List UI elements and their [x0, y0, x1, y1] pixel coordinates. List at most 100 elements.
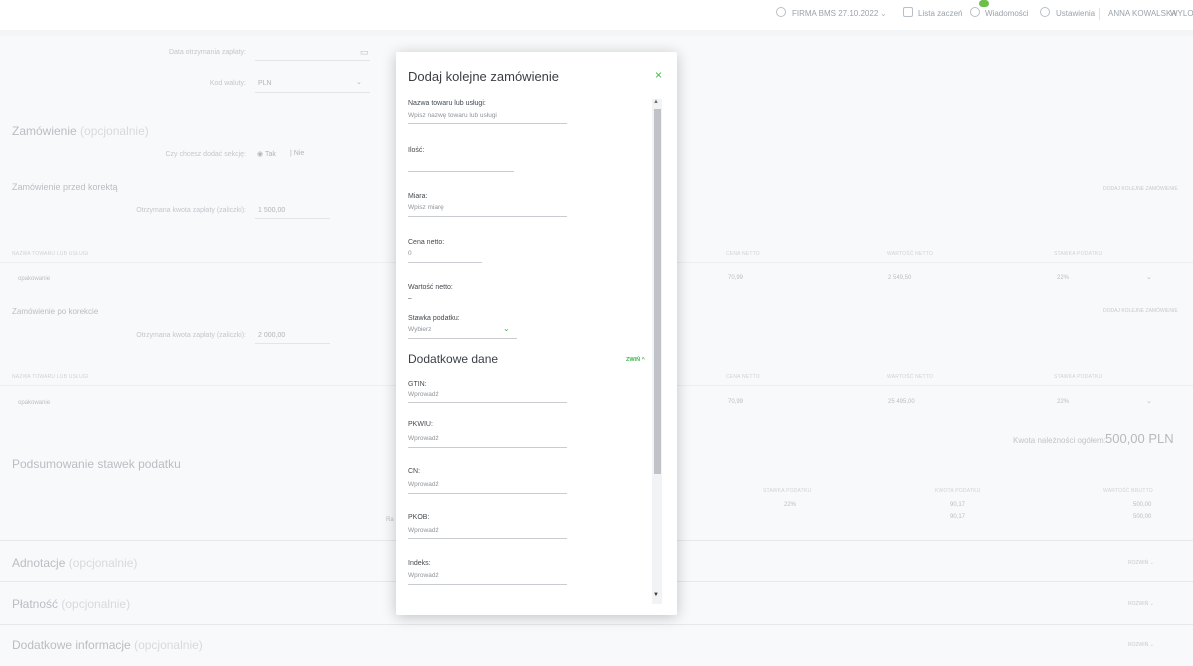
row2-value: 25 495,00: [888, 399, 915, 405]
tax-row-vat-2: 90,17: [950, 514, 966, 520]
tax-summary-title: Podsumowanie stawek podatku: [12, 457, 181, 471]
name-input-line: [408, 123, 567, 124]
after-correction-title: Zamówienie po korekcie: [12, 307, 99, 316]
logout-link[interactable]: WYLOG: [1170, 9, 1193, 18]
chevron-down-icon[interactable]: ⌄: [503, 324, 510, 333]
tax-row-gross-2: 500,00: [1133, 514, 1152, 520]
pkwiu-line: [408, 447, 567, 448]
divider: [0, 624, 1193, 625]
payment-date-label: Data otrzymania zapłaty:: [168, 49, 246, 56]
name-input[interactable]: Wpisz nazwę towaru lub usługi: [408, 112, 497, 119]
unit-input-line: [408, 216, 567, 217]
add-order-link[interactable]: DODAJ KOLEJNE ZAMÓWIENIE: [1103, 186, 1178, 192]
cn-input[interactable]: Wprowadź: [408, 481, 439, 488]
col-rate-header-2: STAWKA PODATKU: [1054, 374, 1103, 380]
calendar-icon[interactable]: ▭: [360, 47, 369, 58]
unit-input[interactable]: Wpisz miarę: [408, 204, 444, 211]
received-amount-label-2: Otrzymana kwota zapłaty (zaliczki):: [136, 332, 246, 339]
gtin-line: [408, 402, 567, 403]
chevron-down-icon[interactable]: ⌄: [880, 9, 887, 18]
add-section-label: Czy chcesz dodać sekcję:: [165, 151, 246, 158]
index-input[interactable]: Wprowadź: [408, 572, 439, 579]
scroll-up-arrow-icon[interactable]: ▲: [653, 99, 659, 105]
extra-data-title: Dodatkowe dane: [408, 352, 499, 366]
gtin-input[interactable]: Wprowadź: [408, 391, 439, 398]
row2-price: 70,99: [728, 399, 744, 405]
scroll-down-arrow-icon[interactable]: ▼: [653, 592, 659, 598]
drafts-link[interactable]: Lista zaczeń: [918, 9, 962, 18]
radio-yes[interactable]: ◉ Tak: [257, 150, 276, 158]
expand-extra-info[interactable]: ROZWIŃ ⌄: [1128, 642, 1154, 648]
scrollbar-thumb[interactable]: [654, 109, 661, 474]
row1-name: opakowanie: [18, 276, 51, 282]
order-section-title: Zamówienie (opcjonalnie): [12, 124, 149, 138]
tax-col-gross: WARTOŚĆ BRUTTO: [1103, 488, 1153, 494]
unit-label: Miara:: [408, 193, 428, 200]
currency-select[interactable]: PLN: [258, 80, 272, 87]
notification-badge: [979, 0, 989, 7]
radio-no[interactable]: | Nie: [290, 150, 304, 157]
currency-field-line: [255, 92, 370, 93]
index-line: [408, 584, 567, 585]
tax-row-rate: 22%: [784, 502, 797, 508]
tax-rate-select[interactable]: Wybierz: [408, 326, 431, 333]
expand-payment[interactable]: ROZWIŃ ⌄: [1128, 601, 1154, 607]
pkwiu-input[interactable]: Wprowadź: [408, 435, 439, 442]
gear-icon: [1040, 7, 1050, 17]
col-name-header-2: NAZWA TOWARU LUB USŁUGI: [12, 374, 89, 380]
chevron-down-icon[interactable]: ⌄: [1146, 273, 1152, 281]
total-value: 500,00 PLN: [1105, 431, 1174, 446]
tax-col-vat: KWOTA PODATKU: [935, 488, 981, 494]
received-line-2: [255, 343, 330, 344]
annotations-title[interactable]: Adnotacje (opcjonalnie): [12, 556, 137, 570]
net-price-label: Cena netto:: [408, 239, 445, 246]
extra-info-title[interactable]: Dodatkowe informacje (opcjonalnie): [12, 638, 203, 652]
received-amount-label: Otrzymana kwota zapłaty (zaliczki):: [136, 207, 246, 214]
tax-row-gross-1: 500,00: [1133, 502, 1152, 508]
payment-title[interactable]: Płatność (opcjonalnie): [12, 597, 130, 611]
pkwiu-label: PKWIU:: [408, 421, 433, 428]
divider: [1099, 8, 1100, 20]
tax-col-rate: STAWKA PODATKU: [763, 488, 812, 494]
chat-icon: [970, 7, 980, 17]
cn-line: [408, 493, 567, 494]
collapse-link[interactable]: ZWIŃ ^: [626, 357, 645, 363]
col-rate-header: STAWKA PODATKU: [1054, 251, 1103, 257]
tax-rate-line: [408, 338, 517, 339]
net-price-line: [408, 262, 482, 263]
pkob-label: PKOB:: [408, 514, 430, 521]
chevron-down-icon[interactable]: ⌄: [1146, 397, 1152, 405]
col-value-header: WARTOŚĆ NETTO: [887, 251, 934, 257]
quantity-input[interactable]: [408, 171, 514, 172]
expand-annotations[interactable]: ROZWIŃ ⌄: [1128, 560, 1154, 566]
row1-value: 2 549,50: [888, 275, 912, 281]
close-icon[interactable]: ×: [655, 68, 662, 82]
messages-link[interactable]: Wiadomości: [985, 9, 1029, 18]
net-price-input[interactable]: 0: [408, 250, 412, 257]
col-price-header-2: CENA NETTO: [726, 374, 760, 380]
settings-link[interactable]: Ustawienia: [1056, 9, 1095, 18]
row1-price: 70,99: [728, 275, 744, 281]
name-label: Nazwa towaru lub usługi:: [408, 100, 486, 107]
add-order-link-2[interactable]: DODAJ KOLEJNE ZAMÓWIENIE: [1103, 308, 1178, 314]
gtin-label: GTIN:: [408, 381, 427, 388]
tax-row-label: Ra: [386, 517, 394, 523]
col-price-header: CENA NETTO: [726, 251, 760, 257]
home-icon: [903, 7, 913, 17]
cn-label: CN:: [408, 468, 421, 475]
received-amount-input-2[interactable]: 2 000,00: [258, 332, 285, 339]
user-name[interactable]: ANNA KOWALSKA: [1108, 9, 1177, 18]
pkob-input[interactable]: Wprowadź: [408, 527, 439, 534]
top-bar: FIRMA BMS 27.10.2022 ⌄ Lista zaczeń Wiad…: [0, 0, 1193, 30]
row2-name: opakowanie: [18, 400, 51, 406]
pkob-line: [408, 538, 567, 539]
received-amount-input[interactable]: 1 500,00: [258, 207, 285, 214]
currency-label: Kod waluty:: [209, 80, 246, 87]
tax-row-vat-1: 90,17: [950, 502, 966, 508]
received-line: [255, 218, 330, 219]
col-name-header: NAZWA TOWARU LUB USŁUGI: [12, 251, 89, 257]
company-selector[interactable]: FIRMA BMS 27.10.2022: [792, 9, 878, 18]
quantity-label: Ilość:: [408, 147, 425, 154]
before-correction-title: Zamówienie przed korektą: [12, 182, 118, 192]
col-value-header-2: WARTOŚĆ NETTO: [887, 374, 934, 380]
